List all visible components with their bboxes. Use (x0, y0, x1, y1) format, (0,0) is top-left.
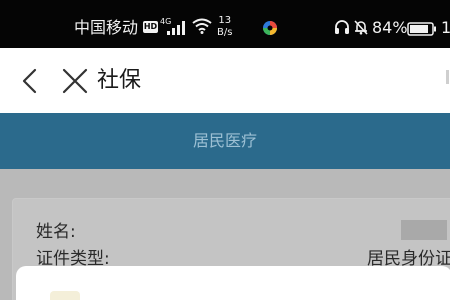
sheet-item-icon (50, 291, 80, 300)
headset-icon (334, 19, 350, 39)
speed-value: 13 (218, 15, 232, 26)
more-menu-icon[interactable] (446, 70, 449, 84)
app-notification-icon (262, 20, 278, 40)
nav-bar: 社保 (0, 48, 450, 113)
wifi-icon (192, 18, 212, 38)
name-label: 姓名: (36, 222, 76, 242)
carrier-name: 中国移动 (74, 18, 139, 37)
page-title: 社保 (97, 68, 142, 93)
status-bar: 中国移动 HD 4G 13 B/s 84% 1 (0, 0, 450, 48)
name-value-redacted (401, 220, 447, 240)
bottom-sheet[interactable] (16, 266, 450, 300)
section-header: 居民医疗 (0, 113, 450, 169)
hd-badge: HD (143, 21, 158, 33)
close-icon[interactable] (62, 68, 88, 98)
battery-icon (407, 21, 437, 40)
clock: 1 (441, 18, 450, 37)
speed-unit: B/s (217, 27, 233, 38)
signal-icon (166, 20, 186, 39)
mute-bell-icon (353, 19, 369, 39)
back-icon[interactable] (20, 68, 40, 98)
battery-percent: 84% (372, 18, 408, 37)
network-speed: 13 B/s (217, 15, 232, 39)
